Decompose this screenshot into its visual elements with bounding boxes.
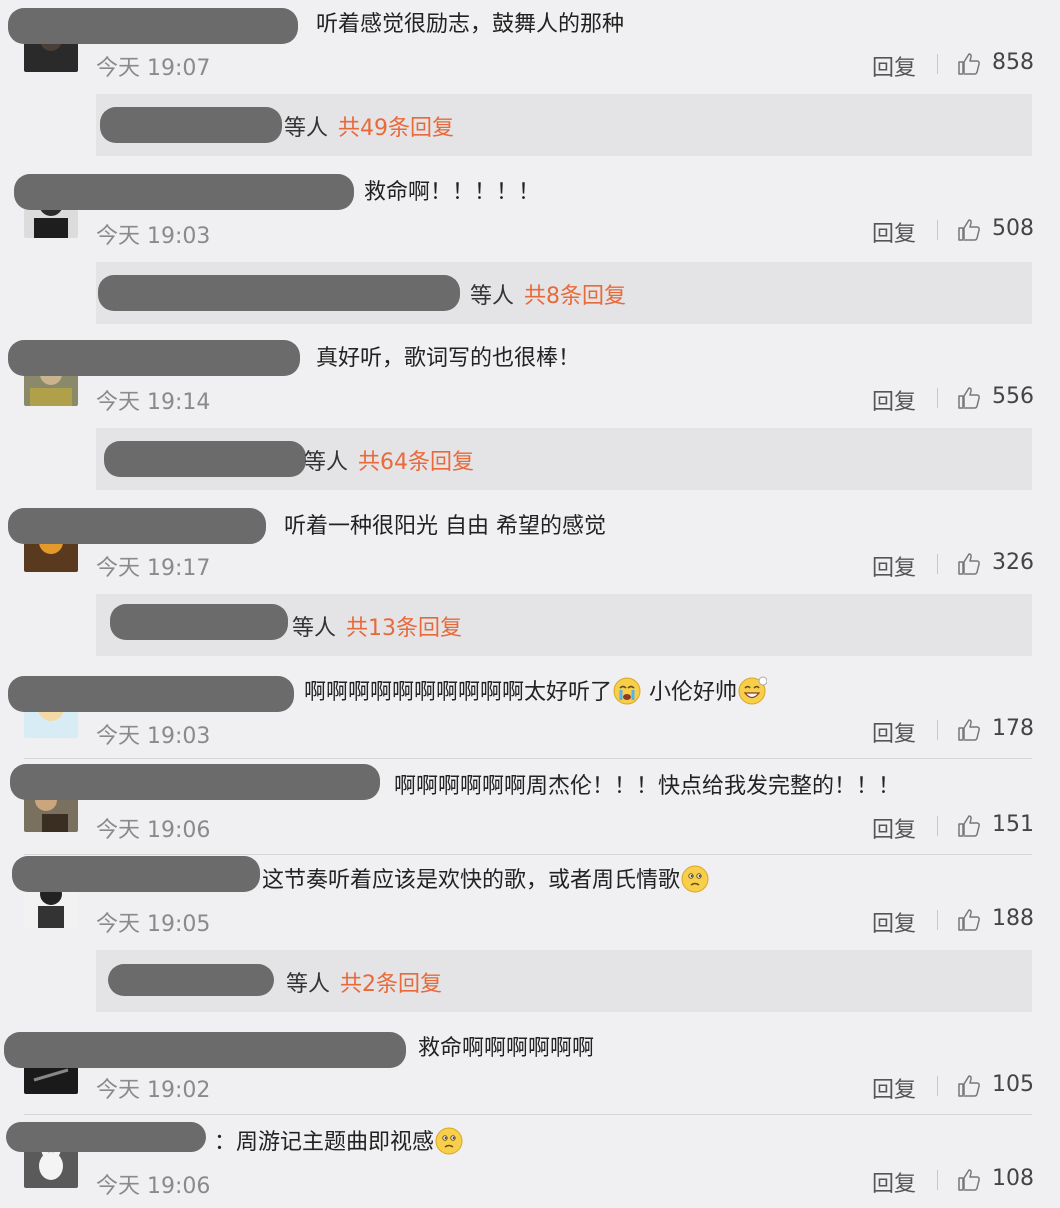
like-count: 108 bbox=[992, 1166, 1034, 1191]
comment-text: 救命啊啊啊啊啊啊 bbox=[418, 1036, 595, 1061]
thumbs-up-icon[interactable] bbox=[956, 217, 982, 243]
reply-thread[interactable]: 等人 共49条回复 bbox=[96, 94, 1032, 156]
divider bbox=[937, 220, 938, 240]
thinking-emoji-icon bbox=[434, 1126, 464, 1156]
redacted-username bbox=[8, 508, 266, 544]
reply-count-link[interactable]: 共49条回复 bbox=[338, 116, 454, 141]
comment-text: 啊啊啊啊啊啊啊啊啊啊太好听了 小伦好帅 bbox=[304, 678, 767, 708]
redacted-replier-names bbox=[108, 964, 274, 996]
reply-button[interactable]: 回复 bbox=[872, 1072, 916, 1104]
redacted-username bbox=[6, 1122, 206, 1152]
comment-divider bbox=[24, 1114, 1032, 1115]
comment-text: 啊啊啊啊啊啊周杰伦！！！快点给我发完整的！！！ bbox=[394, 774, 901, 799]
reply-thread[interactable]: 等人 共2条回复 bbox=[96, 950, 1032, 1012]
reply-count-link[interactable]: 共64条回复 bbox=[358, 450, 474, 475]
reply-count-link[interactable]: 共2条回复 bbox=[340, 972, 442, 997]
divider bbox=[937, 816, 938, 836]
redacted-replier-names bbox=[104, 441, 306, 477]
divider bbox=[937, 54, 938, 74]
comment-time: 今天 19:14 bbox=[96, 390, 211, 415]
redacted-replier-names bbox=[98, 275, 460, 311]
redacted-replier-names bbox=[100, 107, 282, 143]
comment-divider bbox=[24, 758, 1032, 759]
like-count: 556 bbox=[992, 384, 1034, 409]
thumbs-up-icon[interactable] bbox=[956, 717, 982, 743]
comment-text-extra: 小伦好帅 bbox=[649, 680, 738, 705]
thumbs-up-icon[interactable] bbox=[956, 813, 982, 839]
reply-thread[interactable]: 等人 共8条回复 bbox=[96, 262, 1032, 324]
comment-time: 今天 19:06 bbox=[96, 1174, 211, 1199]
reply-suffix: 等人 bbox=[292, 616, 337, 641]
thumbs-up-icon[interactable] bbox=[956, 551, 982, 577]
like-count: 508 bbox=[992, 216, 1034, 241]
redacted-username bbox=[12, 856, 260, 892]
reply-button[interactable]: 回复 bbox=[872, 384, 916, 416]
like-count: 178 bbox=[992, 716, 1034, 741]
comment-text: 这节奏听着应该是欢快的歌，或者周氏情歌 bbox=[262, 866, 710, 896]
comment-text-main: 这节奏听着应该是欢快的歌，或者周氏情歌 bbox=[262, 868, 681, 893]
thumbs-up-icon[interactable] bbox=[956, 1073, 982, 1099]
divider bbox=[937, 720, 938, 740]
reply-button[interactable]: 回复 bbox=[872, 906, 916, 938]
comment-time: 今天 19:05 bbox=[96, 912, 211, 937]
reply-suffix: 等人 bbox=[470, 284, 515, 309]
divider bbox=[937, 910, 938, 930]
divider bbox=[937, 1076, 938, 1096]
comment-time: 今天 19:03 bbox=[96, 724, 211, 749]
like-count: 858 bbox=[992, 50, 1034, 75]
like-count: 151 bbox=[992, 812, 1034, 837]
reply-count-link[interactable]: 共8条回复 bbox=[524, 284, 626, 309]
divider bbox=[937, 554, 938, 574]
like-count: 105 bbox=[992, 1072, 1034, 1097]
redacted-replier-names bbox=[110, 604, 288, 640]
reply-suffix: 等人 bbox=[304, 450, 349, 475]
comment-time: 今天 19:17 bbox=[96, 556, 211, 581]
comment-text: 真好听，歌词写的也很棒！ bbox=[316, 346, 581, 371]
reply-button[interactable]: 回复 bbox=[872, 716, 916, 748]
reply-suffix: 等人 bbox=[284, 116, 329, 141]
reply-button[interactable]: 回复 bbox=[872, 1166, 916, 1198]
redacted-username bbox=[8, 676, 294, 712]
comment-time: 今天 19:06 bbox=[96, 818, 211, 843]
thumbs-up-icon[interactable] bbox=[956, 51, 982, 77]
divider bbox=[937, 388, 938, 408]
like-count: 188 bbox=[992, 906, 1034, 931]
thumbs-up-icon[interactable] bbox=[956, 385, 982, 411]
comment-text: 听着一种很阳光 自由 希望的感觉 bbox=[284, 514, 606, 539]
redacted-username bbox=[14, 174, 354, 210]
grin-emoji-icon bbox=[737, 676, 767, 706]
reply-button[interactable]: 回复 bbox=[872, 812, 916, 844]
like-count: 326 bbox=[992, 550, 1034, 575]
comment-text: ：周游记主题曲即视感 bbox=[214, 1128, 464, 1158]
reply-button[interactable]: 回复 bbox=[872, 550, 916, 582]
comment-time: 今天 19:07 bbox=[96, 56, 211, 81]
thumbs-up-icon[interactable] bbox=[956, 1167, 982, 1193]
reply-thread[interactable]: 等人 共13条回复 bbox=[96, 594, 1032, 656]
reply-thread[interactable]: 等人 共64条回复 bbox=[96, 428, 1032, 490]
redacted-username bbox=[8, 8, 298, 44]
redacted-username bbox=[8, 340, 300, 376]
crying-emoji-icon bbox=[612, 676, 642, 706]
comment-divider bbox=[24, 854, 1032, 855]
comment-text-main: 啊啊啊啊啊啊啊啊啊啊太好听了 bbox=[304, 680, 613, 705]
redacted-username bbox=[4, 1032, 406, 1068]
reply-button[interactable]: 回复 bbox=[872, 216, 916, 248]
thinking-emoji-icon bbox=[680, 864, 710, 894]
divider bbox=[937, 1170, 938, 1190]
comment-time: 今天 19:02 bbox=[96, 1078, 211, 1103]
reply-suffix: 等人 bbox=[286, 972, 331, 997]
comment-time: 今天 19:03 bbox=[96, 224, 211, 249]
reply-button[interactable]: 回复 bbox=[872, 50, 916, 82]
thumbs-up-icon[interactable] bbox=[956, 907, 982, 933]
reply-count-link[interactable]: 共13条回复 bbox=[346, 616, 462, 641]
comment-text: 听着感觉很励志，鼓舞人的那种 bbox=[316, 12, 625, 37]
comment-text-main: ：周游记主题曲即视感 bbox=[214, 1130, 435, 1155]
comment-text: 救命啊！！！！！ bbox=[364, 180, 541, 205]
redacted-username bbox=[10, 764, 380, 800]
